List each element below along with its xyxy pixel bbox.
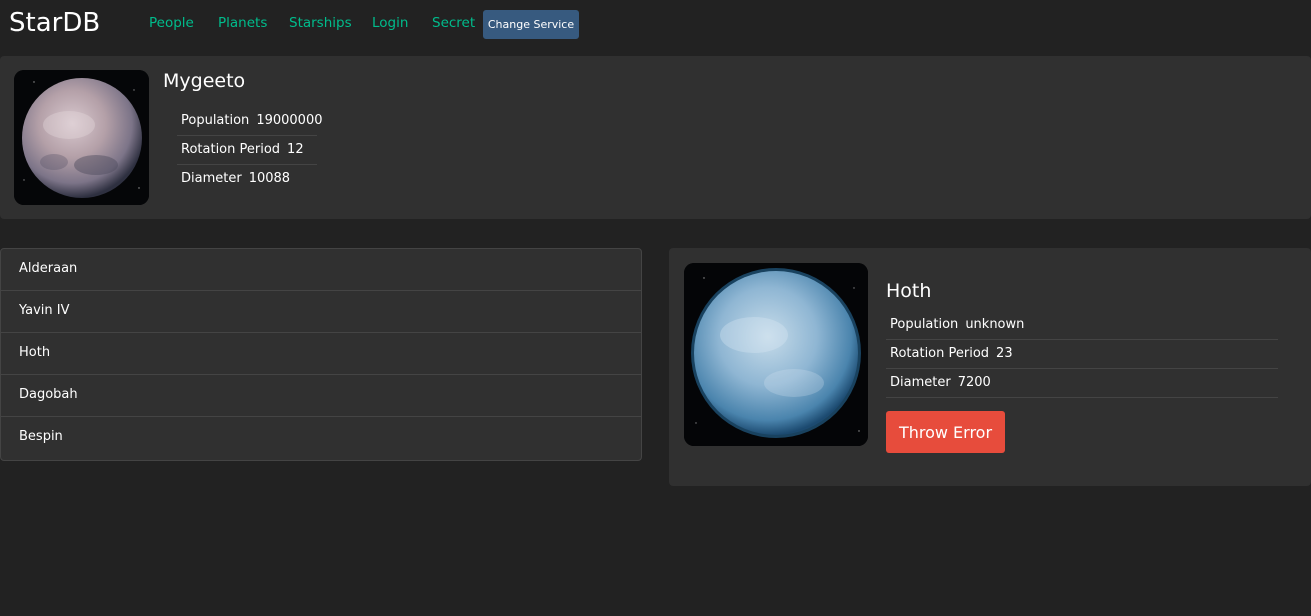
detail-population: Population 19000000 <box>177 107 322 136</box>
brand-logo[interactable]: StarDB <box>9 3 100 43</box>
list-item[interactable]: Bespin <box>1 417 641 460</box>
random-planet-image <box>14 70 149 205</box>
nav-starships[interactable]: Starships <box>289 14 352 32</box>
detail-rotation-period: Rotation Period 23 <box>886 340 1278 369</box>
detail-diameter: Diameter 7200 <box>886 369 1278 398</box>
random-planet-card: Mygeeto Population 19000000 Rotation Peri… <box>0 56 1311 219</box>
planet-name: Hoth <box>886 280 932 302</box>
nav-login[interactable]: Login <box>372 14 408 32</box>
planet-image <box>684 263 868 446</box>
nav-secret[interactable]: Secret <box>432 14 475 32</box>
random-planet-name: Mygeeto <box>163 70 246 92</box>
header: StarDB People Planets Starships Login Se… <box>0 0 1311 48</box>
nav-people[interactable]: People <box>149 14 194 32</box>
planet-list: Alderaan Yavin IV Hoth Dagobah Bespin <box>0 248 642 461</box>
planet-details-list: Population unknown Rotation Period 23 Diam… <box>886 311 1278 398</box>
list-item[interactable]: Yavin IV <box>1 291 641 333</box>
throw-error-button[interactable]: Throw Error <box>886 411 1005 453</box>
random-planet-details: Population 19000000 Rotation Period 12 Dia… <box>177 107 322 193</box>
list-item[interactable]: Hoth <box>1 333 641 375</box>
detail-rotation-period: Rotation Period 12 <box>177 136 317 165</box>
detail-diameter: Diameter 10088 <box>181 171 291 186</box>
detail-population: Population unknown <box>886 311 1278 340</box>
change-service-button[interactable]: Change Service <box>483 10 579 39</box>
nav-planets[interactable]: Planets <box>218 14 267 32</box>
list-item[interactable]: Alderaan <box>1 249 641 291</box>
planet-details-card: Hoth Population unknown Rotation Period 23… <box>669 248 1311 486</box>
list-item[interactable]: Dagobah <box>1 375 641 417</box>
